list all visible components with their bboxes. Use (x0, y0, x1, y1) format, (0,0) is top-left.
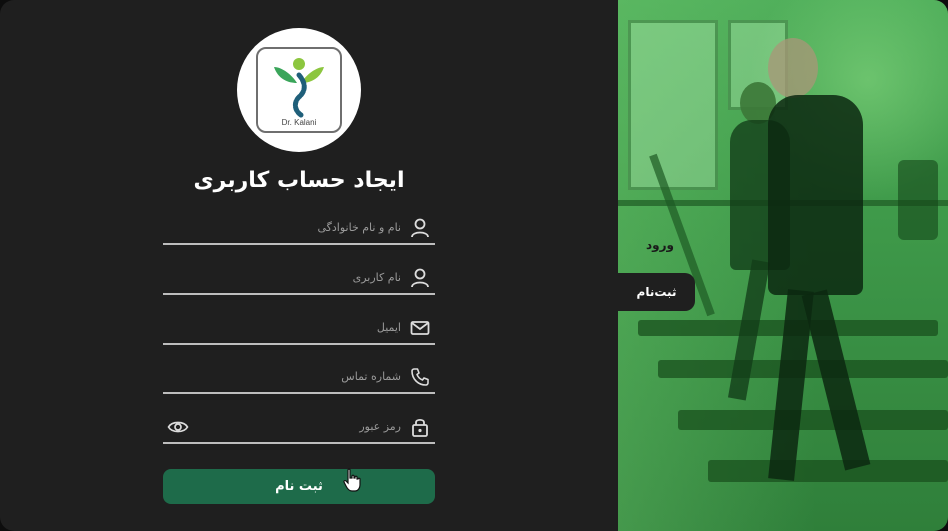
full-name-placeholder: نام و نام خانوادگی (317, 221, 401, 234)
phone-field[interactable]: شماره تماس (163, 364, 435, 394)
register-button-label: ثبت نام (275, 479, 323, 494)
app-frame: ورود ثبت‌نام Dr. Kalani ایجاد حساب کاربر… (0, 0, 948, 531)
tab-register-label: ثبت‌نام (636, 285, 677, 299)
password-field[interactable]: رمز عبور (163, 414, 435, 444)
logo-text: Dr. Kalani (281, 118, 317, 127)
email-placeholder: ایمیل (376, 321, 401, 334)
username-field[interactable]: نام کاربری (163, 265, 435, 295)
phone-icon (409, 366, 431, 388)
user-icon (409, 267, 431, 289)
email-field[interactable]: ایمیل (163, 315, 435, 345)
username-placeholder: نام کاربری (352, 271, 401, 284)
register-button[interactable]: ثبت نام (163, 469, 435, 504)
password-placeholder: رمز عبور (359, 420, 401, 433)
hero-image (618, 0, 948, 531)
full-name-field[interactable]: نام و نام خانوادگی (163, 215, 435, 245)
user-icon (409, 217, 431, 239)
tab-login-label: ورود (646, 238, 674, 252)
eye-icon[interactable] (167, 418, 189, 436)
tab-login[interactable]: ورود (630, 228, 690, 262)
phone-placeholder: شماره تماس (341, 370, 401, 383)
logo-mark: Dr. Kalani (256, 47, 342, 133)
mail-icon (409, 317, 431, 339)
tab-register[interactable]: ثبت‌نام (618, 273, 695, 311)
lock-icon (409, 416, 431, 438)
logo: Dr. Kalani (237, 28, 361, 152)
page-title: ایجاد حساب کاربری (193, 168, 405, 193)
hand-cursor-icon (343, 468, 361, 496)
